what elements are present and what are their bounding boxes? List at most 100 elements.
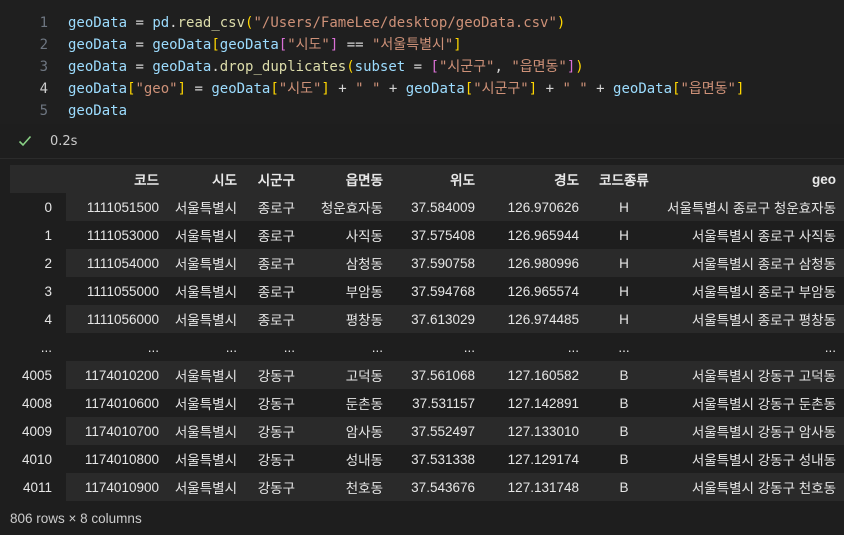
code-cell[interactable]: 1 geoData = pd.read_csv("/Users/FameLee/d… bbox=[0, 0, 844, 124]
code-token: geoData bbox=[152, 37, 212, 53]
code-token: "/Users/FameLee/desktop/geoData.csv" bbox=[253, 15, 557, 31]
table-cell: 종로구 bbox=[245, 305, 303, 333]
row-index: 4009 bbox=[21, 423, 52, 439]
dataframe-output: 코드 시도 시군구 읍면동 위도 경도 코드종류 geo 0 1111051500 서울특별시 종로… bbox=[10, 165, 844, 501]
table-cell: 종로구 bbox=[245, 193, 303, 221]
table-cell: 1111055000 bbox=[66, 277, 167, 305]
code-text[interactable]: geoData = pd.read_csv("/Users/FameLee/de… bbox=[68, 12, 565, 34]
table-cell: 37.613029 bbox=[391, 305, 483, 333]
table-cell: 서울특별시 강동구 암사동 bbox=[661, 417, 844, 445]
table-cell: 삼청동 bbox=[303, 249, 391, 277]
code-token: geoData bbox=[68, 15, 128, 31]
table-cell: 37.575408 bbox=[391, 221, 483, 249]
table-cell: 1174010800 bbox=[66, 445, 167, 473]
table-cell: 126.965574 bbox=[483, 277, 587, 305]
code-token: "읍면동" bbox=[680, 81, 736, 97]
code-text[interactable]: geoData = geoData.drop_duplicates(subset… bbox=[68, 56, 584, 78]
code-token: ) bbox=[556, 15, 566, 31]
code-token: geoData bbox=[68, 81, 128, 97]
table-cell: 평창동 bbox=[303, 305, 391, 333]
table-cell: 37.543676 bbox=[391, 473, 483, 501]
cell-divider bbox=[0, 158, 844, 159]
table-cell: 126.970626 bbox=[483, 193, 587, 221]
code-token: ] bbox=[735, 81, 745, 97]
execution-time: 0.2s bbox=[50, 133, 78, 149]
table-cell: 성내동 bbox=[303, 445, 391, 473]
table-cell: 서울특별시 bbox=[167, 221, 245, 249]
line-number: 3 bbox=[39, 59, 48, 75]
table-cell: ... bbox=[587, 333, 661, 361]
table-cell: 127.133010 bbox=[483, 417, 587, 445]
table-row: 1 1111053000 서울특별시 종로구 사직동 37.575408 126.96594… bbox=[10, 221, 844, 249]
line-number: 5 bbox=[39, 103, 48, 119]
table-cell: 강동구 bbox=[245, 473, 303, 501]
table-cell: 서울특별시 종로구 사직동 bbox=[661, 221, 844, 249]
column-header: 코드 bbox=[66, 165, 167, 193]
table-cell: 서울특별시 강동구 성내동 bbox=[661, 445, 844, 473]
table-row: 2 1111054000 서울특별시 종로구 삼청동 37.590758 126.98099… bbox=[10, 249, 844, 277]
code-token: ] bbox=[321, 81, 330, 97]
table-cell: 37.531157 bbox=[391, 389, 483, 417]
table-cell: 서울특별시 bbox=[167, 277, 245, 305]
table-cell: 126.980996 bbox=[483, 249, 587, 277]
code-text[interactable]: geoData bbox=[68, 100, 127, 122]
column-header: 시도 bbox=[167, 165, 245, 193]
code-token: "시도" bbox=[278, 81, 322, 97]
row-index: 4 bbox=[44, 311, 52, 327]
code-token: ( bbox=[346, 59, 355, 75]
table-cell: 127.142891 bbox=[483, 389, 587, 417]
code-token: [ bbox=[270, 81, 279, 97]
row-index: 4011 bbox=[22, 479, 52, 495]
code-token: = bbox=[127, 59, 153, 75]
table-row: ........................... bbox=[10, 333, 844, 361]
table-row: 4009 1174010700 서울특별시 강동구 암사동 37.552497 127.13… bbox=[10, 417, 844, 445]
code-token: subset bbox=[354, 59, 406, 75]
code-token: ] bbox=[566, 59, 576, 75]
row-index: ... bbox=[40, 339, 52, 355]
table-cell: ... bbox=[483, 333, 587, 361]
table-cell: 서울특별시 bbox=[167, 389, 245, 417]
table-cell: 127.160582 bbox=[483, 361, 587, 389]
table-row: 4005 1174010200 서울특별시 강동구 고덕동 37.561068 127.16… bbox=[10, 361, 844, 389]
table-row: 0 1111051500 서울특별시 종로구 청운효자동 37.584009 126.970… bbox=[10, 193, 844, 221]
table-cell: 천호동 bbox=[303, 473, 391, 501]
table-cell: 37.552497 bbox=[391, 417, 483, 445]
check-icon bbox=[18, 134, 32, 148]
table-cell: 종로구 bbox=[245, 249, 303, 277]
table-cell: 37.590758 bbox=[391, 249, 483, 277]
code-token: == bbox=[338, 37, 372, 53]
row-index: 0 bbox=[44, 199, 52, 215]
code-token: drop_duplicates bbox=[219, 59, 347, 75]
table-cell: H bbox=[587, 277, 661, 305]
code-token: geoData bbox=[211, 81, 271, 97]
row-index: 4010 bbox=[21, 451, 52, 467]
table-cell: 강동구 bbox=[245, 361, 303, 389]
table-cell: 1111053000 bbox=[66, 221, 167, 249]
table-cell: 서울특별시 강동구 둔촌동 bbox=[661, 389, 844, 417]
code-text[interactable]: geoData["geo"] = geoData["시도"] + " " + g… bbox=[68, 78, 744, 100]
table-cell: 서울특별시 강동구 천호동 bbox=[661, 473, 844, 501]
table-cell: 37.584009 bbox=[391, 193, 483, 221]
table-cell: 1174010600 bbox=[66, 389, 167, 417]
code-token: "서울특별시" bbox=[372, 37, 454, 53]
table-body: 0 1111051500 서울특별시 종로구 청운효자동 37.584009 126.970… bbox=[10, 193, 844, 501]
column-header: geo bbox=[661, 165, 844, 193]
row-index: 4005 bbox=[21, 367, 52, 383]
line-number: 2 bbox=[39, 37, 48, 53]
table-cell: 서울특별시 bbox=[167, 473, 245, 501]
code-token: "시군구" bbox=[473, 81, 529, 97]
code-text[interactable]: geoData = geoData[geoData["시도"] == "서울특별… bbox=[68, 34, 462, 56]
column-header: 읍면동 bbox=[303, 165, 391, 193]
column-header: 위도 bbox=[391, 165, 483, 193]
table-row: 4011 1174010900 서울특별시 강동구 천호동 37.543676 127.13… bbox=[10, 473, 844, 501]
table-cell: 서울특별시 bbox=[167, 417, 245, 445]
code-token: ) bbox=[575, 59, 584, 75]
column-header: 시군구 bbox=[245, 165, 303, 193]
code-token: geoData bbox=[152, 59, 212, 75]
row-index: 2 bbox=[44, 255, 52, 271]
code-token: geoData bbox=[68, 103, 128, 119]
table-cell: 청운효자동 bbox=[303, 193, 391, 221]
code-token: = bbox=[127, 37, 153, 53]
code-token: . bbox=[169, 15, 178, 31]
code-token: "시도" bbox=[287, 37, 330, 53]
